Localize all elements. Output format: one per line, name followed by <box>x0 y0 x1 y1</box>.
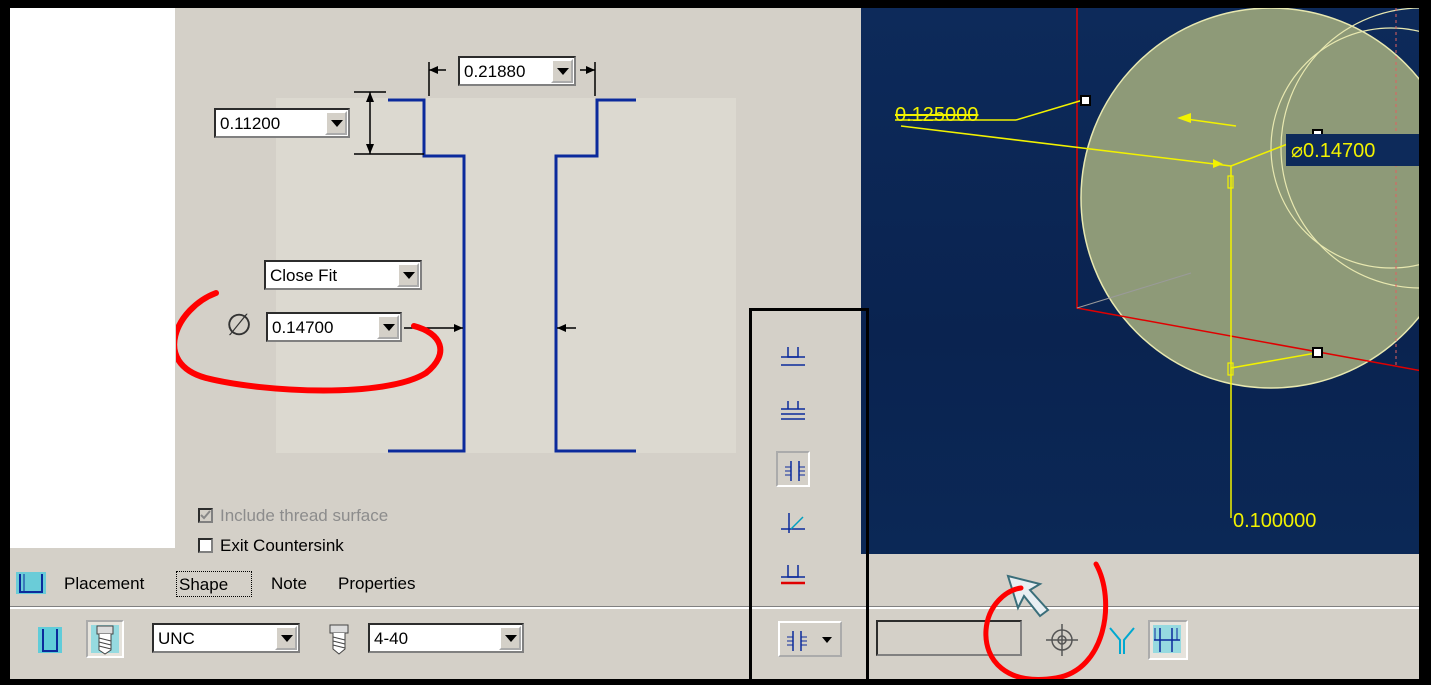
depth-type-selector[interactable] <box>778 621 842 657</box>
through-all-selected-icon <box>787 631 807 651</box>
red-annotation-circle <box>983 561 1109 679</box>
thread-series-dropdown-button[interactable] <box>275 626 297 650</box>
diameter-combo[interactable]: 0.14700 <box>266 312 402 342</box>
screw-size-dropdown-button[interactable] <box>499 626 521 650</box>
hole-profile-right <box>554 98 636 453</box>
diameter-value: 0.14700 <box>272 318 334 337</box>
dim-diameter-label[interactable]: ⌀0.14700 <box>1291 138 1375 163</box>
add-thread-button[interactable] <box>1148 620 1188 660</box>
depth-dropdown-button[interactable] <box>325 111 347 135</box>
straight-hole-button[interactable] <box>34 623 66 655</box>
model-tree-pane <box>10 8 175 548</box>
depth-value: 0.11200 <box>220 114 281 133</box>
depth-option-to-surface[interactable] <box>776 505 810 541</box>
fit-value: Close Fit <box>270 266 338 285</box>
include-thread-surface-label: Include thread surface <box>220 506 389 525</box>
drag-handle <box>1312 347 1323 358</box>
chevron-down-icon[interactable] <box>822 637 832 643</box>
blind-depth-icon <box>781 347 805 366</box>
dim-bottom-label[interactable]: 0.100000 <box>1233 510 1316 533</box>
include-thread-surface-checkbox[interactable] <box>198 508 213 523</box>
diameter-symbol: ∅ <box>226 309 253 342</box>
threaded-screw-icon <box>91 625 119 655</box>
screw-size-combo[interactable]: 4-40 <box>368 623 524 653</box>
to-surface-icon <box>781 513 805 533</box>
exit-countersink-checkbox[interactable] <box>198 538 213 553</box>
cylinder-face <box>1081 8 1419 388</box>
drag-handle <box>1080 95 1091 106</box>
depth-combo[interactable]: 0.11200 <box>214 108 350 138</box>
depth-option-to-selected[interactable] <box>776 557 810 593</box>
tab-placement[interactable]: Placement <box>14 568 174 598</box>
fit-combo[interactable]: Close Fit <box>264 260 422 290</box>
top-width-combo[interactable]: 0.21880 <box>458 56 576 86</box>
to-selected-icon <box>781 565 805 585</box>
top-width-dropdown-button[interactable] <box>551 59 573 83</box>
thread-series-combo[interactable]: UNC <box>152 623 300 653</box>
tab-note[interactable]: Note <box>271 574 307 594</box>
top-width-value: 0.21880 <box>464 62 526 81</box>
screw-size-icon <box>329 624 349 655</box>
tab-shape[interactable]: Shape <box>176 571 252 597</box>
hole-feature-window: 0.21880 0.11200 Close Fit ∅ 0.14700 Incl… <box>10 8 1419 679</box>
fit-dropdown-button[interactable] <box>397 263 419 287</box>
depth-options-flyout <box>749 308 869 679</box>
tab-shape-label: Shape <box>179 575 229 594</box>
dim-top-label[interactable]: 0.125000 <box>895 104 978 127</box>
diameter-dropdown-button[interactable] <box>377 315 399 339</box>
straight-hole-icon <box>38 627 62 653</box>
tab-properties[interactable]: Properties <box>338 574 415 594</box>
tab-placement-label: Placement <box>64 574 145 593</box>
exit-countersink-label: Exit Countersink <box>220 536 344 555</box>
thread-series-value: UNC <box>158 629 195 648</box>
standard-hole-button[interactable] <box>86 620 124 658</box>
placement-icon <box>16 572 46 594</box>
thread-icon <box>1153 625 1181 653</box>
through-all-icon <box>785 461 805 481</box>
depth-option-through-all[interactable] <box>776 451 810 487</box>
model-viewport[interactable]: 0.125000 ⌀0.14700 0.100000 <box>861 8 1419 554</box>
depth-option-blind[interactable] <box>776 339 810 375</box>
through-next-icon <box>781 401 805 420</box>
tabs-separator <box>10 606 1419 609</box>
viewport-graphics <box>895 8 1419 518</box>
screw-size-value: 4-40 <box>374 629 409 648</box>
depth-option-through-next[interactable] <box>776 393 810 429</box>
